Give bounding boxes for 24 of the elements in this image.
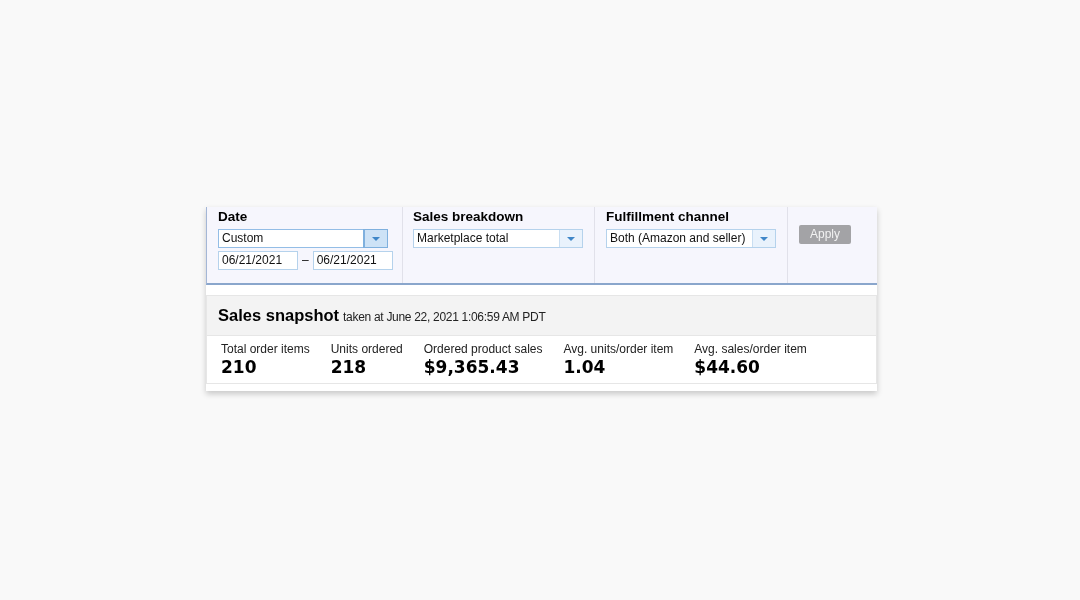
caret-icon bbox=[760, 236, 768, 241]
metric-value: 210 bbox=[221, 356, 258, 378]
dropdown[interactable]: Both (Amazon and seller) bbox=[606, 229, 776, 248]
date-field[interactable]: 06/21/2021 bbox=[312, 251, 393, 270]
caret-icon bbox=[567, 236, 575, 241]
metric-label: Avg. sales/order item bbox=[694, 342, 807, 356]
filter-label: Sales breakdown bbox=[413, 209, 525, 225]
snapshot-timestamp: taken at June 22, 2021 1:06:59 AM PDT bbox=[343, 309, 546, 325]
filter-label: Fulfillment channel bbox=[606, 209, 730, 225]
metric-value: $9,365.43 bbox=[423, 356, 521, 378]
date-field[interactable]: 06/21/2021 bbox=[218, 251, 298, 270]
section-title: Sales snapshot bbox=[218, 305, 340, 325]
metric-value: 1.04 bbox=[563, 356, 607, 378]
dropdown[interactable]: Marketplace total bbox=[413, 229, 583, 248]
filter-label: Date bbox=[218, 209, 249, 225]
metric-value: $44.60 bbox=[694, 356, 761, 378]
caret-icon bbox=[372, 236, 380, 241]
metric-value: 218 bbox=[330, 356, 368, 378]
metric-label: Total order items bbox=[221, 342, 310, 356]
metric-label: Avg. units/order item bbox=[563, 342, 674, 356]
metric-label: Units ordered bbox=[330, 342, 403, 356]
metric-label: Ordered product sales bbox=[423, 342, 543, 356]
range-dash: – bbox=[302, 252, 309, 269]
dropdown[interactable]: Custom bbox=[218, 229, 388, 248]
